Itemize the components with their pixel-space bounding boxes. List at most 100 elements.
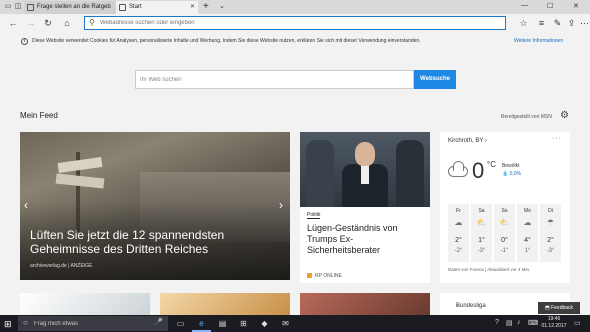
search-icon: ⚲ (89, 18, 95, 27)
background-person (306, 140, 334, 207)
forecast-day-name: So (501, 208, 508, 214)
taskbar: ⊞ ○ 🎤 ▭ e ▤ ⊞ ◆ ✉ ? ▤ ♪ ⌨ 19:46 01.12.20… (0, 315, 590, 332)
person-shirt (361, 164, 369, 184)
navigation-bar: ← → ↻ ⌂ ⚲ ☆ ≡ ✎ ⇪ ⋯ (0, 14, 590, 32)
forecast-day-name: Mo (524, 208, 531, 214)
forecast-day[interactable]: Fr ☁ 2° -2° (448, 204, 469, 262)
web-search-box (135, 70, 414, 89)
forward-button[interactable]: → (25, 17, 37, 29)
sun-cloud-icon: ⛅ (499, 218, 510, 227)
web-search-input[interactable] (140, 74, 400, 86)
news-card[interactable]: Politik Lügen-Geständnis von Trumps Ex-S… (300, 132, 430, 283)
weather-precipitation: 💧 0,0% (502, 171, 521, 177)
page-icon (119, 4, 126, 11)
web-search-button[interactable]: Websuche (414, 70, 456, 89)
tab-set-aside-icon[interactable]: ◫ (13, 2, 23, 11)
network-icon[interactable]: ▤ (506, 319, 513, 327)
weather-location-label: Kirchroth, BY (448, 138, 484, 144)
clock[interactable]: 19:46 01.12.2017 (540, 316, 568, 330)
person-head (355, 142, 375, 166)
forecast-low: -1° (500, 248, 509, 254)
cloud-icon: ☁ (454, 218, 463, 227)
notifications-icon[interactable]: ▭ (574, 319, 581, 327)
home-button[interactable]: ⌂ (61, 17, 73, 29)
weather-location[interactable]: Kirchroth, BY › (448, 138, 487, 144)
task-view-icon[interactable]: ▭ (171, 315, 190, 332)
cloud-icon (448, 161, 468, 177)
source-logo-icon (307, 273, 312, 279)
more-icon[interactable]: ··· (552, 135, 562, 142)
news-source: RP ONLINE (307, 273, 342, 279)
tab-ratgeber[interactable]: Frage stellen an die Ratgeb (24, 1, 116, 14)
store-icon[interactable]: ⊞ (234, 315, 253, 332)
gear-icon[interactable]: ⚙ (560, 110, 569, 121)
cortana-search[interactable]: ○ 🎤 (18, 316, 168, 331)
weather-temperature: 0 (472, 158, 485, 183)
forecast-low: -2° (454, 248, 463, 254)
cortana-search-input[interactable] (34, 318, 144, 329)
address-input[interactable] (100, 17, 500, 29)
weather-footer: Daten von Foreca | Aktualisiert vor 4 Mi… (448, 267, 531, 272)
news-card-image[interactable] (160, 293, 290, 315)
signpost-sign (55, 173, 105, 189)
chevron-right-icon[interactable]: › (279, 198, 283, 212)
forecast-high: 2° (547, 237, 554, 244)
forecast-day[interactable]: So ⛅ 0° -1° (494, 204, 515, 262)
mail-icon[interactable]: ✉ (276, 315, 295, 332)
dropbox-icon[interactable]: ◆ (255, 315, 274, 332)
sun-cloud-icon: ⛅ (476, 218, 487, 227)
forecast-day[interactable]: Di ☂ 2° -3° (540, 204, 561, 262)
chevron-down-icon[interactable]: ⌄ (219, 2, 225, 10)
maximize-icon[interactable]: ☐ (547, 2, 553, 10)
background-person (396, 140, 424, 207)
forecast-high: 4° (524, 237, 531, 244)
forecast-day[interactable]: Mo ☁ 4° 1° (517, 204, 538, 262)
news-card-image (300, 132, 430, 207)
cookie-text: Diese Website verwendet Cookies für Anal… (32, 38, 421, 44)
news-title[interactable]: Lügen-Geständnis von Trumps Ex-Sicherhei… (307, 223, 425, 256)
forecast-high: 2° (455, 237, 462, 244)
favorites-star-icon[interactable]: ☆ (518, 17, 529, 29)
tab-preview-icon[interactable]: ▭ (3, 2, 13, 11)
share-icon[interactable]: ⇪ (566, 17, 577, 29)
microphone-icon[interactable]: 🎤 (154, 318, 163, 326)
hero-article[interactable]: ‹ › Lüften Sie jetzt die 12 spannendsten… (20, 132, 290, 280)
more-icon[interactable]: ⋯ (579, 17, 590, 29)
tab-bar: ▭ ◫ Frage stellen an die Ratgeb Start ✕ … (0, 0, 590, 14)
chevron-left-icon[interactable]: ‹ (24, 198, 28, 212)
language-icon[interactable]: ⌨ (528, 319, 538, 327)
feedback-label: Feedback (551, 305, 574, 311)
help-icon[interactable]: ? (495, 319, 499, 326)
news-card-image[interactable] (300, 293, 430, 315)
news-category: Politik (307, 212, 321, 219)
close-tab-icon[interactable]: ✕ (190, 1, 195, 14)
cortana-icon: ○ (23, 318, 28, 327)
refresh-button[interactable]: ↻ (42, 17, 54, 29)
news-card-image[interactable] (20, 293, 150, 315)
tab-start[interactable]: Start ✕ (116, 1, 198, 14)
forecast-day[interactable]: Sa ⛅ 1° -3° (471, 204, 492, 262)
bundesliga-label: Bundesliga (456, 303, 486, 309)
news-source-label: RP ONLINE (315, 273, 342, 279)
more-info-link[interactable]: Weitere Informationen (514, 38, 563, 44)
back-button[interactable]: ← (7, 17, 19, 29)
feedback-button[interactable]: ⬒ Feedback (538, 302, 580, 314)
person-figure (342, 142, 388, 207)
minimize-icon[interactable]: — (521, 2, 528, 9)
new-tab-button[interactable]: + (203, 1, 209, 13)
close-window-icon[interactable]: ✕ (573, 2, 579, 10)
web-note-icon[interactable]: ✎ (552, 17, 563, 29)
page-icon (27, 4, 34, 11)
snow-cloud-icon: ☁ (523, 218, 532, 227)
forecast-day-name: Di (548, 208, 553, 214)
cookie-notice: i Diese Website verwendet Cookies für An… (0, 33, 590, 51)
volume-icon[interactable]: ♪ (517, 319, 521, 326)
edge-icon[interactable]: e (192, 315, 211, 332)
weather-card[interactable]: Kirchroth, BY › ··· 0 °C Bewölkt 💧 0,0% … (440, 132, 570, 283)
windows-start-icon[interactable]: ⊞ (4, 319, 12, 330)
raindrop-icon: 💧 (502, 171, 509, 177)
file-explorer-icon[interactable]: ▤ (213, 315, 232, 332)
hero-title[interactable]: Lüften Sie jetzt die 12 spannendsten Geh… (30, 228, 230, 256)
address-bar[interactable]: ⚲ (84, 16, 506, 30)
favorites-hub-icon[interactable]: ≡ (536, 17, 547, 29)
